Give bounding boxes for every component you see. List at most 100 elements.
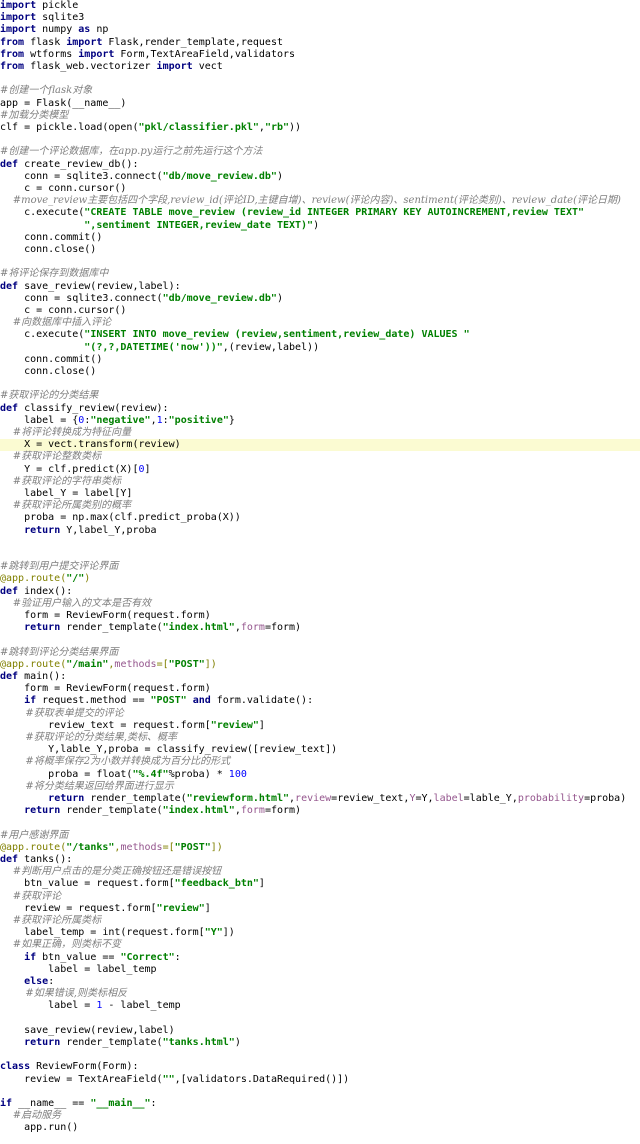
code-line: import pickle bbox=[0, 0, 78, 12]
code-token-keyword: import bbox=[66, 36, 103, 48]
code-token-code: =form) bbox=[264, 805, 302, 817]
code-token-comment: #move_review主要包括四个字段,review_id(评论ID,主键自增… bbox=[0, 195, 621, 207]
code-token-comment: #创建一个flask对象 bbox=[0, 85, 93, 97]
code-line: label_temp = int(request.form["Y"]) bbox=[0, 927, 235, 939]
code-token-code: review = request.form[ bbox=[0, 902, 157, 914]
code-line: conn = sqlite3.connect("db/move_review.d… bbox=[0, 171, 283, 183]
code-line: app.run() bbox=[0, 1122, 78, 1134]
code-token-code: conn.commit() bbox=[0, 231, 103, 243]
code-token-code: =review_text, bbox=[331, 793, 410, 804]
code-line: app = Flask(__name__) bbox=[0, 98, 126, 110]
code-line: def index(): bbox=[0, 586, 72, 598]
code-token-code: wtforms bbox=[24, 48, 79, 60]
code-token-code: form = ReviewForm(request.form) bbox=[0, 683, 211, 695]
code-token-code: proba = np.max(clf.predict_proba(X)) bbox=[0, 512, 241, 524]
code-line: #创建一个flask对象 bbox=[0, 85, 92, 97]
code-line: #获取评论的字符串类标 bbox=[0, 476, 121, 488]
code-line: #获取评论整数类标 bbox=[0, 451, 101, 463]
code-token-comment: #判断用户点击的是分类正确按钮还是错误按钮 bbox=[0, 866, 222, 878]
code-token-code: )) bbox=[289, 122, 302, 133]
code-token-comment: #将评论转换成为特征向量 bbox=[0, 427, 132, 438]
code-token-keyword: and bbox=[192, 695, 211, 707]
code-line: #获取评论的分类结果,类标、概率 bbox=[0, 732, 177, 744]
code-line: @app.route("/tanks",methods=["POST"]) bbox=[0, 842, 223, 854]
code-token-keyword: def bbox=[0, 585, 19, 597]
code-line: clf = pickle.load(open("pkl/classifier.p… bbox=[0, 122, 301, 134]
code-token-keyword: return bbox=[24, 805, 61, 817]
code-token-code: ] bbox=[204, 902, 211, 914]
code-token-code: X = vect.transform(review) bbox=[0, 439, 181, 451]
code-token-decorator: @app.route( bbox=[0, 841, 67, 853]
code-token-comment: #将分类结果返回给界面进行显示 bbox=[0, 780, 174, 792]
code-token-code: ) bbox=[234, 1037, 241, 1048]
code-token-keyword: import bbox=[0, 0, 37, 11]
code-token-code: classify_review(review): bbox=[18, 402, 169, 414]
code-token-code: =form) bbox=[264, 622, 302, 634]
code-token-comment: #获取评论的字符串类标 bbox=[0, 475, 122, 487]
code-line: ",sentiment INTEGER,review_date TEXT)") bbox=[0, 220, 319, 232]
code-token-code: ,[validators.DataRequired()]) bbox=[174, 1073, 350, 1085]
code-line: if __name__ == "__main__": bbox=[0, 1098, 157, 1110]
code-token-keyword: from bbox=[0, 36, 25, 48]
code-token-code: index(): bbox=[18, 585, 73, 597]
code-token-string: "negative" bbox=[90, 414, 151, 426]
code-token-code: label = { bbox=[0, 414, 79, 426]
code-token-code: ) bbox=[276, 170, 283, 182]
code-line: "(?,?,DATETIME('now'))",(review,label)) bbox=[0, 342, 319, 354]
code-line: import numpy as np bbox=[0, 24, 108, 36]
code-token-code: label_Y = label[Y] bbox=[0, 488, 133, 499]
code-token-comment: #用户感谢界面 bbox=[0, 829, 69, 841]
code-line: c = conn.cursor() bbox=[0, 305, 126, 317]
code-token-string: "Correct" bbox=[120, 951, 175, 963]
code-line: conn.commit() bbox=[0, 354, 102, 366]
code-token-string: ",sentiment INTEGER,review_date TEXT)" bbox=[0, 219, 314, 231]
code-line: label_Y = label[Y] bbox=[0, 488, 132, 500]
code-line: #启动服务 bbox=[0, 1110, 61, 1122]
code-token-string: "positive" bbox=[168, 414, 229, 426]
code-token-code: label_temp = int(request.form[ bbox=[0, 927, 205, 939]
code-token-code: Flask,render_template,request bbox=[102, 36, 283, 48]
code-line: conn.close() bbox=[0, 366, 96, 378]
code-line: #获取评论 bbox=[0, 891, 61, 903]
code-token-code: conn = sqlite3.connect( bbox=[0, 170, 163, 182]
code-line: btn_value = request.form["feedback_btn"] bbox=[0, 878, 265, 890]
code-token-code: Y = clf.predict(X)[ bbox=[0, 463, 139, 475]
code-token-code: render_template( bbox=[60, 805, 163, 817]
code-token-keyword: import bbox=[78, 48, 115, 60]
code-token-keyword: else bbox=[24, 976, 49, 987]
code-token-code bbox=[0, 525, 24, 536]
code-token-code: tanks(): bbox=[18, 854, 73, 865]
code-token-decorator: =[ bbox=[156, 658, 169, 670]
code-token-code: : bbox=[174, 951, 181, 963]
code-line: @app.route("/") bbox=[0, 573, 90, 585]
code-token-keyword: if bbox=[24, 951, 37, 963]
code-token-keyword: class bbox=[0, 1061, 31, 1073]
code-line: if btn_value == "Correct": bbox=[0, 952, 181, 964]
code-line: conn = sqlite3.connect("db/move_review.d… bbox=[0, 293, 283, 305]
code-line: else: bbox=[0, 976, 54, 988]
code-line: conn.commit() bbox=[0, 232, 102, 244]
code-token-comment: #获取评论整数类标 bbox=[0, 451, 102, 463]
code-token-code: ,(review,label)) bbox=[222, 341, 320, 353]
code-line: from flask_web.vectorizer import vect bbox=[0, 61, 223, 73]
code-line: #跳转到用户提交评论界面 bbox=[0, 561, 118, 573]
code-token-code: conn = sqlite3.connect( bbox=[0, 292, 163, 304]
code-line: import sqlite3 bbox=[0, 12, 84, 24]
code-token-code: np bbox=[90, 24, 109, 36]
code-line: return render_template("reviewform.html"… bbox=[0, 793, 626, 805]
code-line: #将分类结果返回给界面进行显示 bbox=[0, 780, 174, 793]
code-token-comment: #加载分类模型 bbox=[0, 109, 69, 121]
code-editor[interactable]: import pickle import sqlite3 import numpy … bbox=[0, 0, 640, 1144]
code-token-code: sqlite3 bbox=[36, 12, 85, 24]
code-line: #如果正确，则类标不变 bbox=[0, 939, 121, 951]
code-token-decorator: ]) bbox=[210, 841, 223, 853]
code-token-comment: #启动服务 bbox=[0, 1110, 62, 1122]
code-token-string: "POST" bbox=[174, 841, 211, 853]
code-token-code: create_review_db(): bbox=[18, 158, 139, 170]
code-token-string: "tanks.html" bbox=[162, 1037, 235, 1048]
code-line: review_text = request.form["review"] bbox=[0, 720, 265, 732]
code-line: #向数据库中插入评论 bbox=[0, 317, 111, 329]
code-token-code: c = conn.cursor() bbox=[0, 183, 127, 194]
code-line: #如果错误,则类标相反 bbox=[0, 988, 127, 1000]
code-line: #验证用户输入的文本是否有效 bbox=[0, 598, 151, 610]
